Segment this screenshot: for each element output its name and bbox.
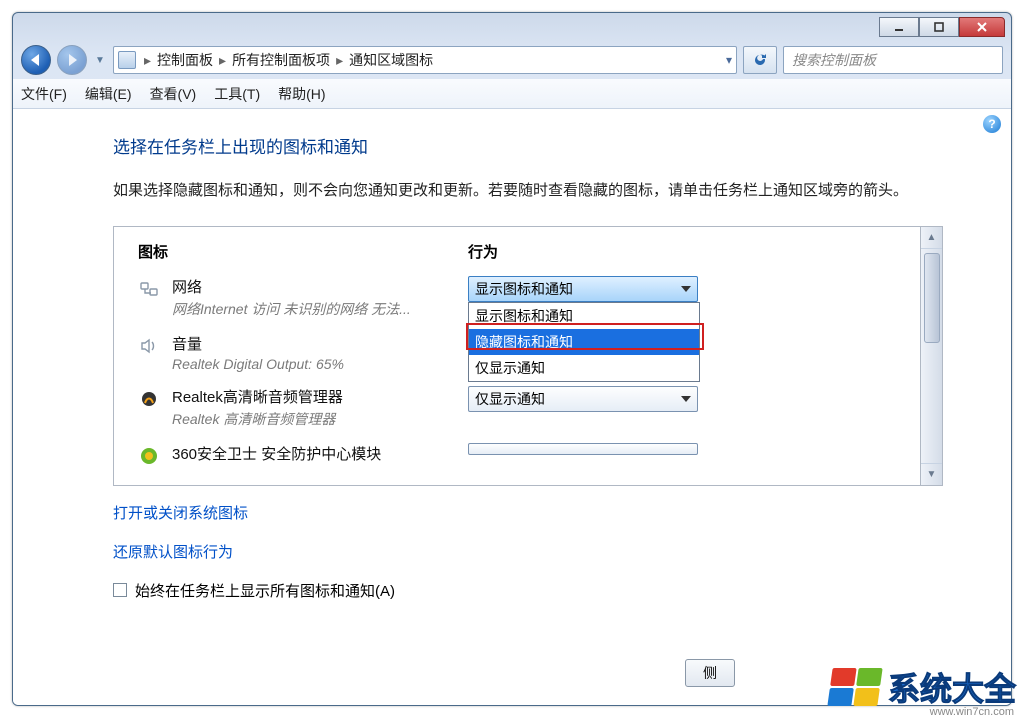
address-dropdown[interactable]: ▾ [726,53,732,67]
item-sub: 网络Internet 访问 未识别的网络 无法... [172,299,468,319]
minimize-button[interactable] [879,17,919,37]
behavior-dropdown: 显示图标和通知 隐藏图标和通知 仅显示通知 [468,302,700,382]
menu-view[interactable]: 查看(V) [150,84,197,104]
network-icon [138,278,160,300]
list-item: Realtek高清晰音频管理器 Realtek 高清晰音频管理器 仅显示通知 [138,386,902,429]
col-icon: 图标 [138,241,468,262]
windows-logo-icon [827,668,882,706]
item-sub: Realtek 高清晰音频管理器 [172,409,468,429]
links: 打开或关闭系统图标 还原默认图标行为 [113,502,975,562]
titlebar [13,13,1011,41]
control-panel-icon [118,51,136,69]
search-placeholder: 搜索控制面板 [792,50,876,70]
breadcrumb-seg1[interactable]: 控制面板 [153,50,217,70]
watermark-url: www.win7cn.com [930,706,1014,718]
content-area: ? 选择在任务栏上出现的图标和通知 如果选择隐藏图标和通知，则不会向您通知更改和… [13,109,1011,705]
item-name: 音量 [172,333,468,354]
watermark-text: 系统大全 [888,664,1016,710]
breadcrumb-sep: ▸ [217,52,228,69]
forward-button[interactable] [57,45,87,75]
dropdown-option-selected[interactable]: 隐藏图标和通知 [469,329,699,355]
scroll-thumb[interactable] [924,253,940,343]
page-title: 选择在任务栏上出现的图标和通知 [113,133,975,158]
refresh-button[interactable] [743,46,777,74]
back-button[interactable] [21,45,51,75]
footer-button-label: 侧 [703,663,717,683]
breadcrumb-sep: ▸ [334,52,345,69]
scrollbar[interactable]: ▲ ▼ [920,227,942,485]
navigation-row: ▼ ▸ 控制面板 ▸ 所有控制面板项 ▸ 通知区域图标 ▾ 搜索控制面板 [13,41,1011,79]
dropdown-option[interactable]: 仅显示通知 [469,355,699,381]
breadcrumb-seg2[interactable]: 所有控制面板项 [228,50,334,70]
dropdown-option[interactable]: 显示图标和通知 [469,303,699,329]
behavior-select[interactable] [468,443,698,455]
list-item: 360安全卫士 安全防护中心模块 [138,443,902,467]
menubar: 文件(F) 编辑(E) 查看(V) 工具(T) 帮助(H) [13,79,1011,109]
chevron-down-icon [681,396,691,402]
breadcrumb-seg3[interactable]: 通知区域图标 [345,50,437,70]
icon-list-panel: 图标 行为 网络 网络Internet 访问 未识别的网络 无法... 显示图标… [113,226,943,486]
menu-file[interactable]: 文件(F) [21,84,67,104]
close-button[interactable] [959,17,1005,37]
breadcrumb-sep: ▸ [142,52,153,69]
link-system-icons[interactable]: 打开或关闭系统图标 [113,502,975,523]
scroll-down-icon[interactable]: ▼ [921,463,942,485]
speaker-icon [138,335,160,357]
control-panel-window: ▼ ▸ 控制面板 ▸ 所有控制面板项 ▸ 通知区域图标 ▾ 搜索控制面板 文件(… [12,12,1012,706]
link-restore-defaults[interactable]: 还原默认图标行为 [113,541,975,562]
menu-tools[interactable]: 工具(T) [214,84,260,104]
checkbox-label: 始终在任务栏上显示所有图标和通知(A) [135,580,395,601]
shield-icon [138,445,160,467]
column-headers: 图标 行为 [138,241,902,262]
chevron-down-icon [681,286,691,292]
page-description: 如果选择隐藏图标和通知，则不会向您通知更改和更新。若要随时查看隐藏的图标，请单击… [113,178,913,204]
item-name: 网络 [172,276,468,297]
menu-help[interactable]: 帮助(H) [278,84,325,104]
item-sub: Realtek Digital Output: 65% [172,356,468,372]
item-name: Realtek高清晰音频管理器 [172,386,468,407]
scroll-up-icon[interactable]: ▲ [921,227,942,249]
history-chevron-icon[interactable]: ▼ [93,45,107,75]
behavior-select[interactable]: 显示图标和通知 显示图标和通知 隐藏图标和通知 仅显示通知 [468,276,698,302]
always-show-checkbox-row: 始终在任务栏上显示所有图标和通知(A) [113,580,975,601]
checkbox[interactable] [113,583,127,597]
footer-button[interactable]: 侧 [685,659,735,687]
select-value: 仅显示通知 [475,389,545,409]
select-value: 显示图标和通知 [475,279,573,299]
col-behavior: 行为 [468,241,498,262]
realtek-icon [138,388,160,410]
breadcrumb[interactable]: ▸ 控制面板 ▸ 所有控制面板项 ▸ 通知区域图标 ▾ [113,46,737,74]
search-input[interactable]: 搜索控制面板 [783,46,1003,74]
behavior-select[interactable]: 仅显示通知 [468,386,698,412]
maximize-button[interactable] [919,17,959,37]
item-name: 360安全卫士 安全防护中心模块 [172,443,468,464]
menu-edit[interactable]: 编辑(E) [85,84,132,104]
help-icon[interactable]: ? [983,115,1001,133]
list-item: 网络 网络Internet 访问 未识别的网络 无法... 显示图标和通知 显示… [138,276,902,319]
